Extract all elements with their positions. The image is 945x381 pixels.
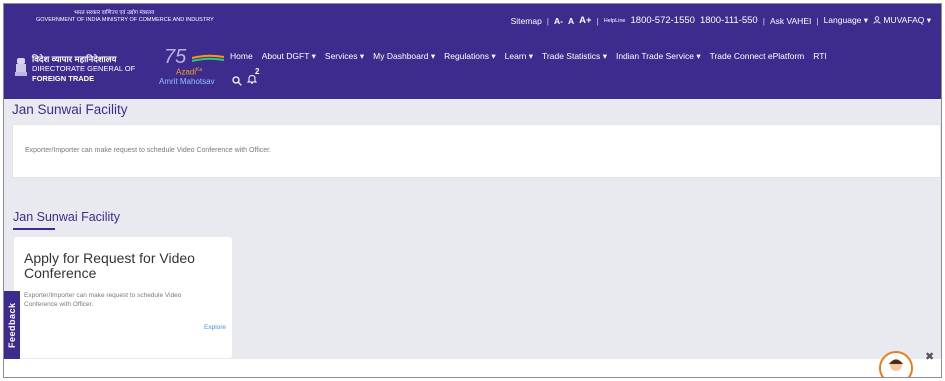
nav-label: My Dashboard — [373, 51, 429, 61]
caret-down-icon: ▾ — [311, 51, 316, 61]
caret-down-icon: ▾ — [430, 51, 436, 61]
nav-label: Indian Trade Service — [615, 51, 694, 61]
nav-item-learn[interactable]: Learn ▾ — [505, 51, 533, 62]
caret-down-icon: ▾ — [359, 51, 365, 61]
brand-line1: DIRECTORATE GENERAL OF — [32, 64, 136, 73]
nav-icon-group: 2 — [232, 67, 259, 87]
nav-item-services[interactable]: Services ▾ — [325, 51, 364, 62]
close-icon[interactable]: ✖ — [925, 350, 934, 363]
nav-label: Trade Connect ePlatform — [709, 51, 805, 61]
logo-amrit-mahotsav: Amrit Mahotsav — [159, 77, 215, 86]
nav-label: RTI — [813, 51, 827, 61]
font-increase-button[interactable]: A+ — [579, 15, 591, 26]
helpline-number-2[interactable]: 1800-111-550 — [700, 15, 758, 26]
nav-item-indian-trade-service[interactable]: Indian Trade Service ▾ — [616, 51, 701, 62]
top-utility-bar: भारत सरकार वाणिज्य एवं उद्योग मंत्रालय G… — [4, 4, 941, 38]
intro-description: Exporter/Importer can make request to sc… — [25, 147, 272, 154]
nav-label: About DGFT — [261, 51, 310, 61]
caret-down-icon: ▾ — [696, 51, 701, 61]
helpline-number-1[interactable]: 1800-572-1550 — [631, 15, 695, 26]
user-name: MUVAFAQ — [883, 15, 925, 25]
nav-label: Home — [230, 51, 253, 61]
separator: | — [816, 15, 819, 26]
video-conference-card[interactable]: Apply for Request for Video Conference E… — [14, 237, 232, 358]
chatbot-assistant-icon — [889, 359, 903, 371]
nav-label: Trade Statistics — [542, 51, 601, 61]
gov-header: भारत सरकार वाणिज्य एवं उद्योग मंत्रालय G… — [36, 10, 214, 24]
gov-english-text: GOVERNMENT OF INDIA MINISTRY OF COMMERCE… — [36, 17, 214, 23]
font-normal-button[interactable]: A — [568, 16, 574, 26]
azadi-ka-amrit-mahotsav-logo: 75 AzadiKa Amrit Mahotsav — [156, 46, 228, 88]
nav-menu: Home About DGFT ▾ Services ▾ My Dashboar… — [230, 51, 827, 62]
sitemap-link[interactable]: Sitemap — [511, 16, 542, 26]
utility-links: Sitemap | A- A A+ | HelpLine 1800-572-15… — [511, 15, 931, 26]
chatbot-avatar[interactable] — [879, 351, 913, 377]
flag-swoosh-icon — [192, 54, 224, 62]
notifications-button[interactable]: 2 — [246, 67, 259, 87]
page-title: Jan Sunwai Facility — [12, 102, 128, 117]
nav-item-regulations[interactable]: Regulations ▾ — [444, 51, 496, 62]
nav-label: Services — [324, 51, 358, 61]
emblem-icon — [15, 58, 27, 76]
helpline-label: HelpLine — [603, 17, 626, 24]
user-icon — [873, 16, 881, 24]
notification-count: 2 — [255, 67, 260, 76]
nav-item-trade-connect[interactable]: Trade Connect ePlatform — [710, 51, 805, 62]
nav-item-trade-statistics[interactable]: Trade Statistics ▾ — [542, 51, 607, 62]
nav-item-my-dashboard[interactable]: My Dashboard ▾ — [373, 51, 435, 62]
brand-hindi: विदेश व्यापार महानिदेशालय — [32, 54, 117, 64]
logo-75: 75 — [164, 46, 187, 68]
ask-vahei-link[interactable]: Ask VAHEI — [770, 16, 811, 26]
caret-down-icon: ▾ — [602, 51, 607, 61]
explore-link[interactable]: Explore — [204, 324, 226, 331]
search-icon[interactable] — [232, 75, 242, 86]
language-dropdown[interactable]: Language ▾ — [824, 15, 868, 26]
user-menu[interactable]: MUVAFAQ ▾ — [873, 15, 931, 26]
nav-item-about-dgft[interactable]: About DGFT ▾ — [262, 51, 316, 62]
nav-item-home[interactable]: Home — [230, 51, 253, 62]
logo-ka: Ka — [196, 67, 203, 73]
logo-azadi: AzadiKa — [176, 67, 202, 77]
nav-label: Regulations — [444, 51, 489, 61]
page-footer-strip — [4, 359, 941, 377]
section-title-underline — [13, 228, 55, 230]
separator: | — [546, 15, 550, 26]
logo-azadi-word: Azadi — [176, 67, 197, 77]
card-title: Apply for Request for Video Conference — [24, 250, 195, 281]
dgft-brand[interactable]: विदेश व्यापार महानिदेशालय DIRECTORATE GE… — [32, 54, 135, 84]
separator: | — [762, 15, 765, 26]
brand-line2: FOREIGN TRADE — [32, 74, 95, 83]
caret-down-icon: ▾ — [528, 51, 534, 61]
font-decrease-button[interactable]: A- — [554, 16, 563, 26]
nav-label: Learn — [504, 51, 527, 61]
caret-down-icon: ▾ — [491, 51, 496, 61]
feedback-tab[interactable]: Feedback — [4, 291, 20, 360]
separator: | — [596, 15, 599, 26]
language-label: Language — [823, 15, 862, 25]
main-navbar: विदेश व्यापार महानिदेशालय DIRECTORATE GE… — [4, 38, 941, 99]
gov-hindi-text: भारत सरकार वाणिज्य एवं उद्योग मंत्रालय — [74, 10, 155, 16]
intro-card: Exporter/Importer can make request to sc… — [12, 124, 941, 178]
section-title: Jan Sunwai Facility — [13, 210, 120, 224]
nav-item-rti[interactable]: RTI — [813, 51, 827, 62]
browser-frame: भारत सरकार वाणिज्य एवं उद्योग मंत्रालय G… — [3, 3, 942, 378]
card-description: Exporter/Importer can make request to sc… — [24, 292, 182, 308]
